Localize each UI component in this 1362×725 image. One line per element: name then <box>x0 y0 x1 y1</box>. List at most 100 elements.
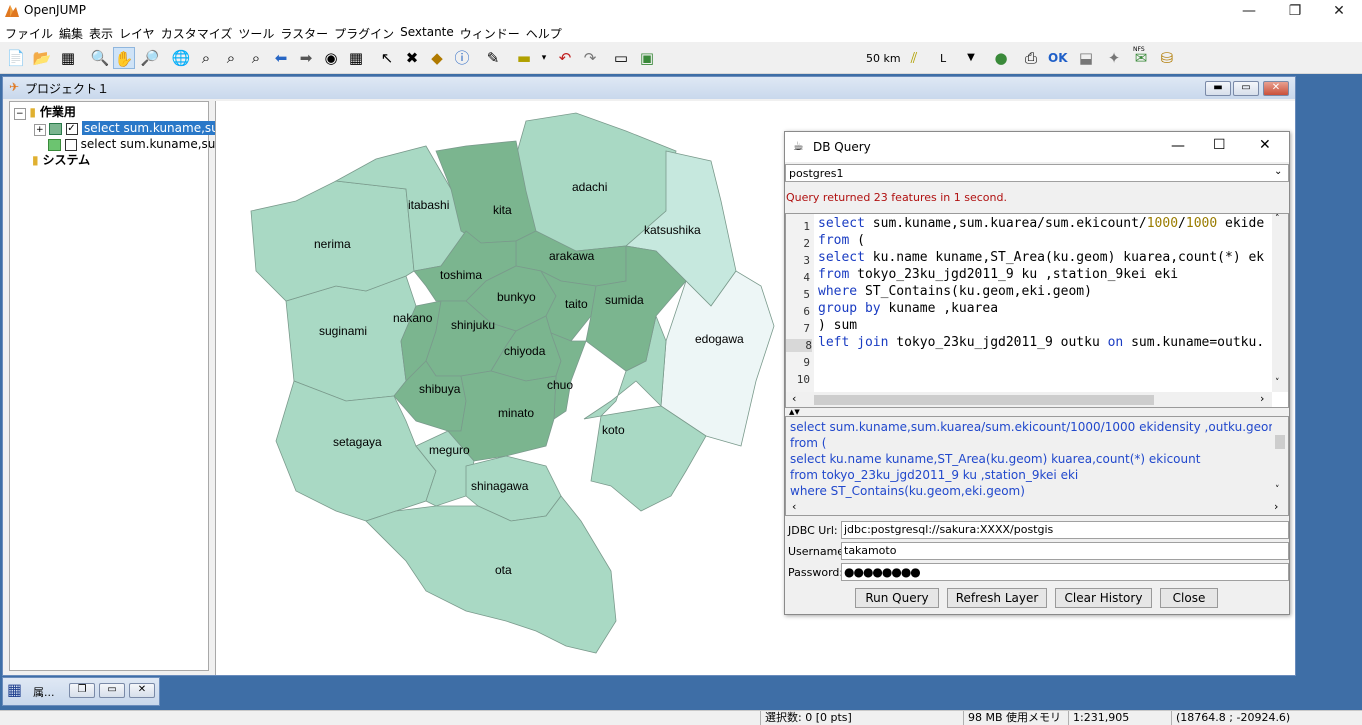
map-label-taito: taito <box>565 297 588 311</box>
layer-visible-checkbox[interactable] <box>64 138 77 151</box>
splitter-arrows-icon[interactable]: ▲▼ <box>789 408 800 416</box>
dialog-close-button[interactable]: ✕ <box>1259 137 1271 153</box>
restore-button[interactable]: ❐ <box>1272 0 1318 22</box>
history-line[interactable]: select sum.kuname,sum.kuarea/sum.ekicoun… <box>790 420 1280 434</box>
snap-dropdown-icon[interactable]: ▼ <box>960 47 982 69</box>
project-maximize-button[interactable]: ▭ <box>1233 81 1259 96</box>
zoom-full-globe-icon[interactable]: 🌐 <box>170 47 192 69</box>
zoom-selected-icon[interactable]: ⌕ <box>195 47 217 69</box>
printer-icon[interactable]: ⎙ <box>1020 47 1042 69</box>
mini-maximize-button[interactable]: ▭ <box>99 683 125 698</box>
menu-view[interactable]: 表示 <box>88 22 118 42</box>
status-bar: 選択数: 0 [0 pts] 98 MB 使用メモリ 1:231,905 (18… <box>0 710 1362 725</box>
project-close-button[interactable]: ✕ <box>1263 81 1289 96</box>
zoom-previous-icon[interactable]: ⌕ <box>245 47 267 69</box>
history-line[interactable]: select ku.name kuname,ST_Area(ku.geom) k… <box>790 452 1200 466</box>
refresh-layer-button[interactable]: Refresh Layer <box>947 588 1047 608</box>
tree-category-working[interactable]: − ▮ 作業用 <box>14 104 76 120</box>
zoom-layer-icon[interactable]: ⌕ <box>220 47 242 69</box>
save-icon[interactable]: ▦ <box>57 47 79 69</box>
scroll-down-icon[interactable]: ˅ <box>1275 485 1280 495</box>
menu-tools[interactable]: ツール <box>237 22 279 42</box>
minimize-button[interactable]: — <box>1226 0 1272 22</box>
sql-vertical-scrollbar[interactable]: ˄ ˅ <box>1272 214 1288 392</box>
menu-layer[interactable]: レイヤ <box>118 22 160 42</box>
redo-icon[interactable]: ↷ <box>579 47 601 69</box>
menu-raster[interactable]: ラスター <box>279 22 333 42</box>
history-horizontal-scrollbar[interactable]: ‹ › <box>786 500 1288 515</box>
password-input[interactable]: ●●●●●●●● <box>841 563 1289 581</box>
layer-visible-checkbox[interactable]: ✓ <box>66 122 79 135</box>
project-minimize-button[interactable]: ▬ <box>1205 81 1231 96</box>
clear-selection-icon[interactable]: ✖ <box>401 47 423 69</box>
zoom-to-fence-icon[interactable]: ◉ <box>320 47 342 69</box>
tree-layer-1[interactable]: + ✓ select sum.kuname,sum.k <box>34 120 244 136</box>
menu-plugins[interactable]: プラグイン <box>333 22 399 42</box>
frame-icon[interactable]: ▭ <box>610 47 632 69</box>
scroll-thumb[interactable] <box>814 395 1154 405</box>
map-label-chiyoda: chiyoda <box>504 344 546 358</box>
menu-customize[interactable]: カスタマイズ <box>160 22 238 42</box>
new-project-icon[interactable]: 📄 <box>5 47 27 69</box>
history-line[interactable]: where ST_Contains(ku.geom,eki.geom) <box>790 484 1025 498</box>
open-folder-icon[interactable]: 📂 <box>31 47 53 69</box>
query-history-list[interactable]: select sum.kuname,sum.kuarea/sum.ekicoun… <box>785 416 1289 516</box>
dialog-maximize-button[interactable]: ☐ <box>1213 137 1226 153</box>
close-window-button[interactable]: ✕ <box>1316 0 1362 22</box>
menu-edit[interactable]: 編集 <box>58 22 88 42</box>
arrow-right-icon[interactable]: ➡ <box>295 47 317 69</box>
dialog-minimize-button[interactable]: — <box>1171 138 1185 154</box>
tree-category-system[interactable]: ▮ システム <box>32 152 90 168</box>
chevron-down-icon[interactable]: ⌄ <box>1274 166 1282 177</box>
scroll-down-icon[interactable]: ˅ <box>1275 378 1280 388</box>
collapse-icon[interactable]: − <box>14 108 26 120</box>
expand-icon[interactable]: + <box>34 124 46 136</box>
scroll-left-icon[interactable]: ‹ <box>792 392 796 405</box>
box-icon[interactable]: ◆ <box>426 47 448 69</box>
dropdown-arrow-icon[interactable]: ▾ <box>533 47 555 69</box>
menu-file[interactable]: ファイル <box>4 22 58 42</box>
pan-hand-icon[interactable]: ✋ <box>113 47 135 69</box>
scroll-up-icon[interactable]: ˄ <box>1275 214 1280 224</box>
select-arrow-icon[interactable]: ↖ <box>376 47 398 69</box>
history-line[interactable]: from ( <box>790 436 826 450</box>
menu-help[interactable]: ヘルプ <box>525 22 567 42</box>
jdbc-url-input[interactable]: jdbc:postgresql://sakura:XXXX/postgis <box>841 521 1289 539</box>
history-vertical-scrollbar[interactable]: ˅ <box>1272 417 1288 499</box>
close-button[interactable]: Close <box>1160 588 1218 608</box>
run-query-button[interactable]: Run Query <box>855 588 939 608</box>
scroll-right-icon[interactable]: › <box>1274 500 1278 513</box>
zoom-icon[interactable]: 🔍 <box>89 47 111 69</box>
mini-close-button[interactable]: ✕ <box>129 683 155 698</box>
info-icon[interactable]: ⓘ <box>451 47 473 69</box>
username-input[interactable]: takamoto <box>841 542 1289 560</box>
mini-restore-button[interactable]: ❐ <box>69 683 95 698</box>
menu-sextante[interactable]: Sextante <box>399 22 459 42</box>
tree-layer-2[interactable]: select sum.kuname,sum.k <box>48 136 238 152</box>
history-line[interactable]: from tokyo_23ku_jgd2011_9 ku ,station_9k… <box>790 468 1078 482</box>
sql-editor[interactable]: 1 2 3 4 5 6 7 8 9 10 select sum.kuname,s… <box>785 213 1289 408</box>
move-icon[interactable]: ✦ <box>1103 47 1125 69</box>
clear-history-button[interactable]: Clear History <box>1055 588 1152 608</box>
attribute-table-icon[interactable]: ▦ <box>345 47 367 69</box>
undo-icon[interactable]: ↶ <box>554 47 576 69</box>
ward-ota[interactable] <box>365 495 617 654</box>
menu-window[interactable]: ウィンドー <box>459 22 525 42</box>
ok-icon[interactable]: OK <box>1048 51 1068 65</box>
arrow-left-icon[interactable]: ⬅ <box>270 47 292 69</box>
scroll-left-icon[interactable]: ‹ <box>792 500 796 513</box>
minimized-attribute-frame[interactable]: ▦ 属... ❐ ▭ ✕ <box>2 677 160 706</box>
scroll-thumb[interactable] <box>1275 435 1285 449</box>
measure-ruler-icon[interactable]: ▬ <box>513 47 535 69</box>
scale-bar-icon[interactable]: ⫽ <box>903 47 925 69</box>
map-label-arakawa: arakawa <box>549 249 595 263</box>
zoom-pan-icon[interactable]: 🔎 <box>139 47 161 69</box>
transform-icon[interactable]: ⬓ <box>1075 47 1097 69</box>
sql-horizontal-scrollbar[interactable]: ‹ › <box>786 392 1272 407</box>
connection-select[interactable]: postgres1 ⌄ <box>785 164 1289 182</box>
scroll-right-icon[interactable]: › <box>1260 392 1264 405</box>
edit-pencil-icon[interactable]: ✎ <box>482 47 504 69</box>
database-icon[interactable]: ⛁ <box>1156 47 1178 69</box>
wms-icon[interactable]: ▣ <box>636 47 658 69</box>
globe-plugin-icon[interactable]: ● <box>990 47 1012 69</box>
